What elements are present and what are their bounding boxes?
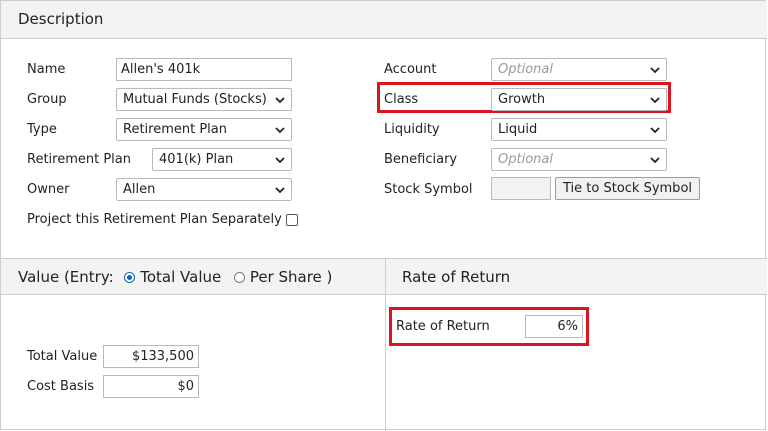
rate-header: Rate of Return xyxy=(386,259,767,295)
project-separately-label: Project this Retirement Plan Separately xyxy=(27,212,282,227)
type-select[interactable]: Retirement Plan xyxy=(116,118,292,141)
liquidity-value: Liquid xyxy=(498,122,538,137)
account-label: Account xyxy=(384,62,437,77)
chevron-down-icon xyxy=(650,127,660,134)
name-input[interactable]: Allen's 401k xyxy=(116,58,292,81)
retirement-plan-label: Retirement Plan xyxy=(27,152,131,167)
class-select[interactable]: Growth xyxy=(491,88,667,111)
class-label: Class xyxy=(384,92,419,107)
account-select[interactable]: Optional xyxy=(491,58,667,81)
total-value-label: Total Value xyxy=(27,349,98,364)
owner-value: Allen xyxy=(123,182,156,197)
group-select[interactable]: Mutual Funds (Stocks) xyxy=(116,88,292,111)
total-value-input[interactable]: $133,500 xyxy=(103,345,199,368)
retirement-plan-select[interactable]: 401(k) Plan xyxy=(152,148,292,171)
cost-basis-label: Cost Basis xyxy=(27,379,95,394)
liquidity-select[interactable]: Liquid xyxy=(491,118,667,141)
rate-of-return-input[interactable]: 6% xyxy=(525,315,583,338)
chevron-down-icon xyxy=(275,187,285,194)
chevron-down-icon xyxy=(275,97,285,104)
total-value-option-label[interactable]: Total Value xyxy=(140,268,221,286)
total-value-radio[interactable] xyxy=(124,272,136,283)
value-header: Value (Entry: Total Value Per Share ) xyxy=(1,259,385,295)
per-share-option-label[interactable]: Per Share ) xyxy=(250,268,333,286)
type-value: Retirement Plan xyxy=(123,122,227,137)
type-label: Type xyxy=(27,122,57,137)
project-separately-checkbox[interactable] xyxy=(286,214,298,226)
rate-of-return-label: Rate of Return xyxy=(396,319,490,334)
chevron-down-icon xyxy=(650,157,660,164)
account-placeholder: Optional xyxy=(498,62,553,77)
chevron-down-icon xyxy=(275,127,285,134)
class-value: Growth xyxy=(498,92,546,107)
group-value: Mutual Funds (Stocks) xyxy=(123,92,267,107)
chevron-down-icon xyxy=(650,67,660,74)
stock-symbol-input[interactable] xyxy=(491,177,551,200)
beneficiary-placeholder: Optional xyxy=(498,152,553,167)
name-label: Name xyxy=(27,62,66,77)
stock-symbol-label: Stock Symbol xyxy=(384,182,473,197)
form-panel: Description Name Allen's 401k Group Mutu… xyxy=(0,0,767,431)
beneficiary-select[interactable]: Optional xyxy=(491,148,667,171)
description-header: Description xyxy=(1,1,767,39)
liquidity-label: Liquidity xyxy=(384,122,440,137)
cost-basis-input[interactable]: $0 xyxy=(103,375,199,398)
per-share-radio[interactable] xyxy=(234,272,246,283)
rate-title: Rate of Return xyxy=(402,268,511,286)
group-label: Group xyxy=(27,92,67,107)
tie-to-stock-symbol-button[interactable]: Tie to Stock Symbol xyxy=(555,177,701,200)
chevron-down-icon xyxy=(650,97,660,104)
retirement-plan-value: 401(k) Plan xyxy=(159,152,234,167)
value-header-prefix: Value (Entry: xyxy=(18,268,114,286)
owner-select[interactable]: Allen xyxy=(116,178,292,201)
beneficiary-label: Beneficiary xyxy=(384,152,458,167)
owner-label: Owner xyxy=(27,182,70,197)
description-title: Description xyxy=(18,10,104,28)
chevron-down-icon xyxy=(275,157,285,164)
